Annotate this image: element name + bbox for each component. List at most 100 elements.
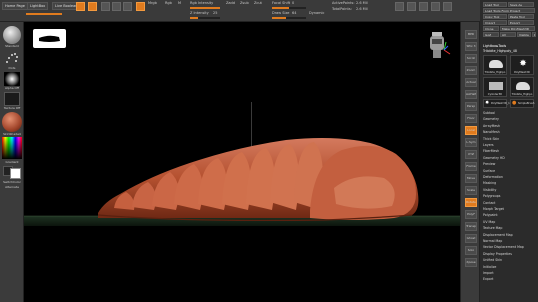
subpalette-unified-skin[interactable]: Unified Skin	[483, 258, 535, 263]
lightbox-button[interactable]: LightBox	[27, 2, 49, 10]
edit-icon[interactable]	[76, 2, 85, 11]
smooth-icon[interactable]	[395, 2, 404, 11]
subpalette-geometry[interactable]: Geometry	[483, 117, 535, 122]
palette-button-export[interactable]: Export	[508, 20, 534, 25]
shelf-button-floor[interactable]: Floor	[465, 114, 477, 123]
polyframe-icon[interactable]	[407, 2, 416, 11]
subpalette-visibility[interactable]: Visibility	[483, 188, 535, 193]
solo-icon[interactable]	[443, 2, 452, 11]
palette-button-load-tools-from-project[interactable]: Load Tools From Project	[483, 8, 535, 13]
tool-thumbnail[interactable]: Trilobite_Highpo	[483, 55, 507, 75]
mrgb-icon[interactable]	[136, 2, 145, 11]
main-color-swatch[interactable]	[10, 168, 21, 179]
draw-icon[interactable]	[88, 2, 97, 11]
shelf-button-zoom[interactable]: Zoom	[465, 66, 477, 75]
palette-button-make-polymesh3d[interactable]: Make PolyMesh3D	[500, 26, 535, 31]
subpalette-surface[interactable]: Surface	[483, 169, 535, 174]
home-page-button[interactable]: Home Page	[2, 2, 28, 10]
canvas-viewport[interactable]	[24, 22, 460, 302]
dynamic-toggle[interactable]: Dynamic	[309, 11, 324, 15]
lightbox-tools-link[interactable]: Lightbox▸Tools	[483, 44, 535, 49]
shelf-button-l-sym[interactable]: L.Sym	[465, 138, 477, 147]
gradient-label[interactable]: Gradient	[0, 160, 24, 164]
subpalette-contact[interactable]: Contact	[483, 201, 535, 206]
subpalette-texture-map[interactable]: Texture Map	[483, 226, 535, 231]
color-picker[interactable]	[2, 137, 22, 159]
focal-shift-slider[interactable]	[272, 7, 306, 9]
shelf-button-persp[interactable]: Persp	[465, 102, 477, 111]
draw-size-slider[interactable]	[272, 17, 306, 19]
tool-thumbnail[interactable]: Trilobite_Highpo	[510, 77, 534, 97]
shelf-button-solo[interactable]: Solo	[465, 246, 477, 255]
subpalette-normal-map[interactable]: Normal Map	[483, 239, 535, 244]
tool-thumbnail[interactable]: Cylinder3D	[483, 77, 507, 97]
move-icon[interactable]	[101, 2, 110, 11]
shelf-button-transp[interactable]: Transp	[465, 222, 477, 231]
subpalette-arraymesh[interactable]: ArrayMesh	[483, 124, 535, 129]
subpalette-thick-skin[interactable]: Thick Skin	[483, 137, 535, 142]
subpalette-preview[interactable]: Preview	[483, 162, 535, 167]
subpalette-layers[interactable]: Layers	[483, 143, 535, 148]
scale-icon[interactable]	[112, 2, 121, 11]
mrgb-label[interactable]: Mrgb	[148, 1, 157, 5]
palette-button-r[interactable]: R	[532, 32, 536, 37]
dots-stroke-icon[interactable]	[4, 50, 20, 66]
shelf-button-ghost[interactable]: Ghost	[465, 234, 477, 243]
tool-thumbnail[interactable]: ✸ PolyMesh3D	[510, 55, 534, 75]
switch-color-button[interactable]: SwitchColor	[0, 180, 24, 184]
palette-button-load-tool[interactable]: Load Tool	[483, 2, 507, 7]
zsub-label[interactable]: Zsub	[240, 1, 249, 5]
subpalette-import[interactable]: Import	[483, 271, 535, 276]
palette-button-copy-tool[interactable]: Copy Tool	[483, 14, 507, 19]
subpalette-export[interactable]: Export	[483, 277, 535, 282]
palette-button-visible[interactable]: Visible	[517, 32, 531, 37]
z-intensity-slider[interactable]	[190, 17, 220, 19]
transparency-icon[interactable]	[419, 2, 428, 11]
shelf-button-local[interactable]: Local	[465, 126, 477, 135]
shelf-button-rotate[interactable]: Rotate	[465, 198, 477, 207]
shelf-button-aahalf[interactable]: AAHalf	[465, 90, 477, 99]
ghost-icon[interactable]	[431, 2, 440, 11]
subpalette-polypaint[interactable]: Polypaint	[483, 213, 535, 218]
subpalette-uv-map[interactable]: UV Map	[483, 220, 535, 225]
shelf-button-actual[interactable]: Actual	[465, 78, 477, 87]
rgb-intensity-slider[interactable]	[190, 7, 220, 9]
shelf-button-polyf[interactable]: PolyF	[465, 210, 477, 219]
tool-thumbnail[interactable]: ✸ PolyMesh3D_1	[483, 99, 510, 108]
zadd-label[interactable]: Zadd	[226, 1, 235, 5]
shelf-button-scroll[interactable]: Scroll	[465, 54, 477, 63]
palette-button-save-as[interactable]: Save As	[508, 2, 534, 7]
alternate-button[interactable]: Alternate	[0, 185, 24, 189]
subpalette-fibermesh[interactable]: FiberMesh	[483, 149, 535, 154]
current-tool-name[interactable]: Trilobite_Highpoly_48	[483, 49, 535, 54]
texture-icon[interactable]	[4, 92, 20, 106]
rgb-label[interactable]: Rgb	[165, 1, 172, 5]
subpalette-initialize[interactable]: Initialize	[483, 265, 535, 270]
palette-button-import[interactable]: Import	[483, 20, 507, 25]
m-label[interactable]: M	[178, 1, 181, 5]
palette-button-paste-tool[interactable]: Paste Tool	[508, 14, 534, 19]
subpalette-nanomesh[interactable]: NanoMesh	[483, 130, 535, 135]
shelf-button-frame[interactable]: Frame	[465, 162, 477, 171]
material-sphere-icon[interactable]	[2, 112, 22, 132]
standard-brush-icon[interactable]	[3, 26, 21, 44]
tool-thumbnail[interactable]: ● SimpleBrush	[510, 99, 534, 108]
zcut-label[interactable]: Zcut	[254, 1, 262, 5]
subpalette-subtool[interactable]: Subtool	[483, 111, 535, 116]
shelf-button-xyz[interactable]: XYZ	[465, 150, 477, 159]
shelf-button-xpose[interactable]: Xpose	[465, 258, 477, 267]
shelf-button-bpr[interactable]: BPR	[465, 30, 477, 39]
trilobite-model[interactable]	[24, 22, 460, 302]
subpalette-masking[interactable]: Masking	[483, 181, 535, 186]
palette-button-clone[interactable]: Clone	[483, 26, 499, 31]
rotate-icon[interactable]	[123, 2, 132, 11]
subpalette-displacement-map[interactable]: Displacement Map	[483, 233, 535, 238]
shelf-button-spix-3[interactable]: SPix 3	[465, 42, 477, 51]
alpha-icon[interactable]	[4, 72, 20, 86]
subpalette-morph-target[interactable]: Morph Target	[483, 207, 535, 212]
shelf-button-scale[interactable]: Scale	[465, 186, 477, 195]
subpalette-polygroups[interactable]: Polygroups	[483, 194, 535, 199]
subpalette-geometry-hd[interactable]: Geometry HD	[483, 156, 535, 161]
subpalette-deformation[interactable]: Deformation	[483, 175, 535, 180]
shelf-button-move[interactable]: Move	[465, 174, 477, 183]
